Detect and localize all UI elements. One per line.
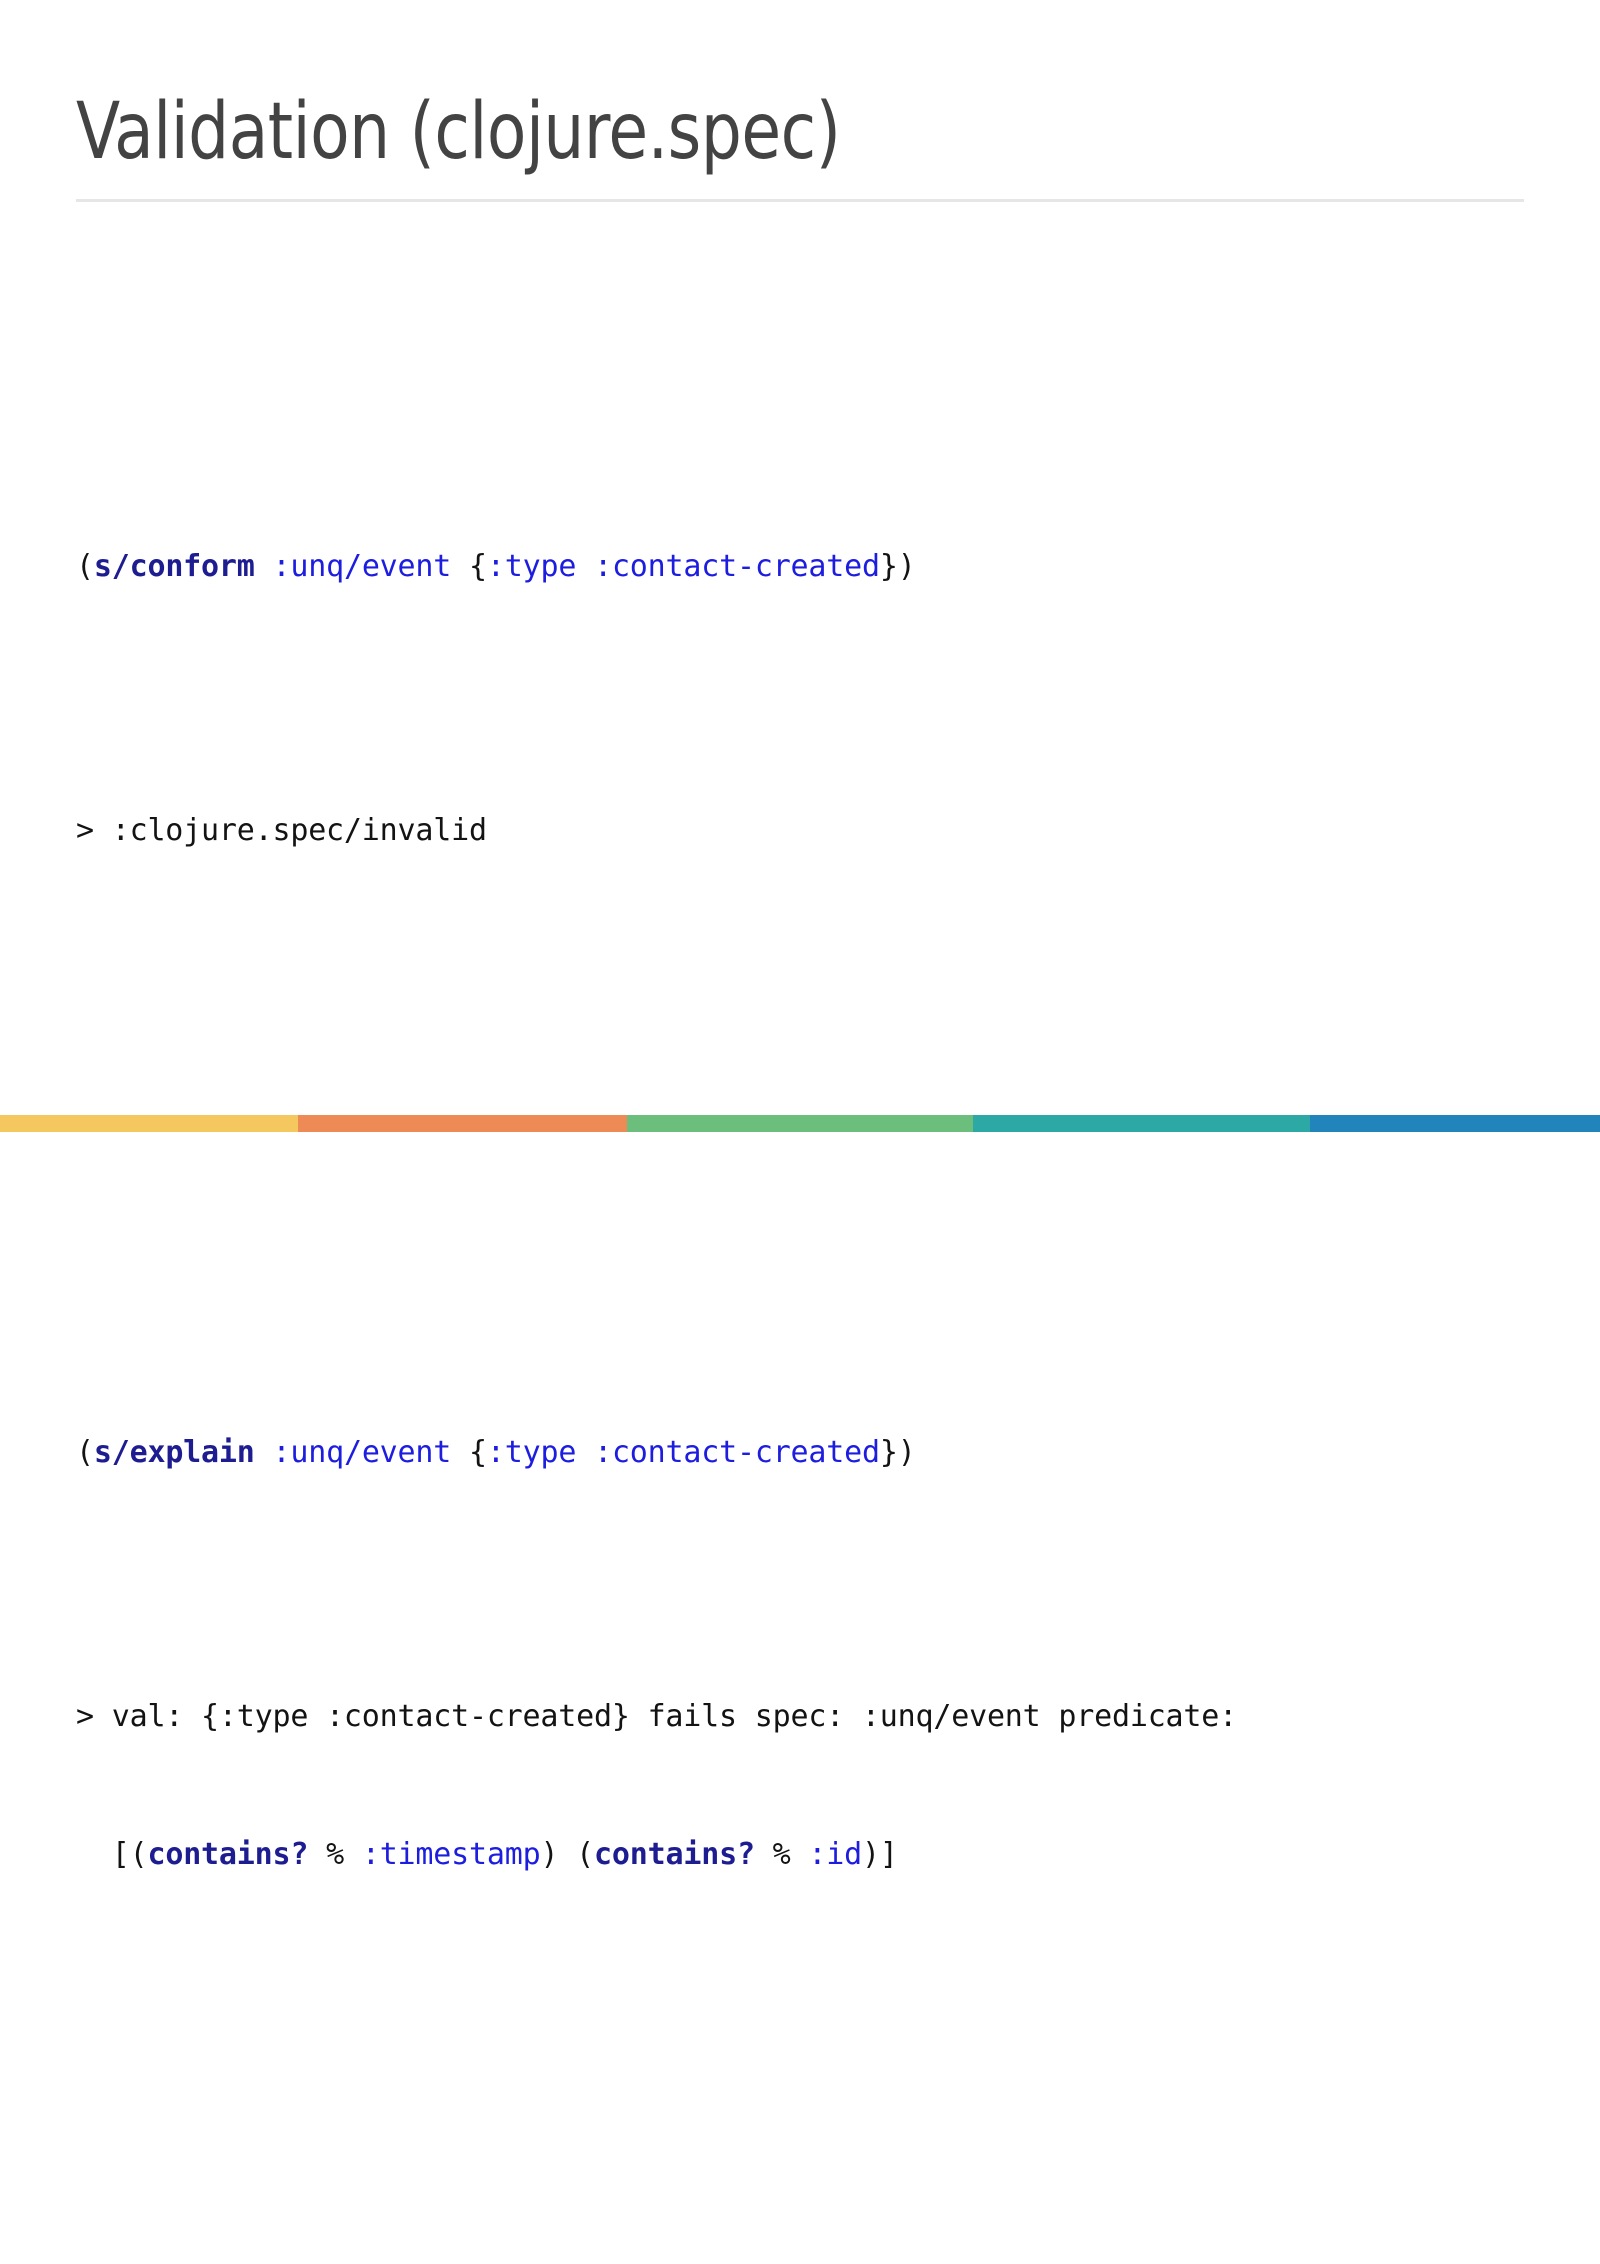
close-paren: ) xyxy=(897,549,916,584)
close-brace: } xyxy=(879,1435,898,1470)
map-key-type: :type xyxy=(486,549,577,584)
footer-segment-yellow xyxy=(0,1115,298,1132)
title-block: Validation (clojure.spec) xyxy=(76,87,1524,203)
bracket-close: )] xyxy=(862,1837,898,1872)
footer-segment-green xyxy=(627,1115,973,1132)
page-title: Validation (clojure.spec) xyxy=(76,87,841,177)
footer-segment-orange xyxy=(297,1115,628,1132)
title-divider xyxy=(76,199,1524,203)
map-key-type: :type xyxy=(486,1435,577,1470)
keyword-timestamp: :timestamp xyxy=(361,1837,541,1872)
separator: ) ( xyxy=(540,1837,595,1872)
open-paren: ( xyxy=(76,1435,94,1470)
fn-name-conform: s/conform xyxy=(93,549,255,584)
code-block-1: (s/conform :unq/event {:type :contact-cr… xyxy=(76,452,1536,946)
close-brace: } xyxy=(879,549,898,584)
predicate-contains-2: contains? xyxy=(594,1837,755,1872)
open-paren: ( xyxy=(76,549,94,584)
code-result-2-line-2: [(contains? % :timestamp) (contains? % :… xyxy=(76,1832,1536,1878)
keyword-id: :id xyxy=(808,1837,862,1872)
spec-keyword: :unq/event xyxy=(272,549,452,584)
map-value: :contact-created xyxy=(594,549,880,584)
map-value: :contact-created xyxy=(594,1435,880,1470)
code-content: (s/conform :unq/event {:type :contact-cr… xyxy=(76,268,1536,2264)
fn-name-explain: s/explain xyxy=(93,1435,255,1470)
footer-color-strip xyxy=(0,1115,1600,1132)
slide: Validation (clojure.spec) (s/conform :un… xyxy=(0,0,1600,1872)
open-brace: { xyxy=(469,549,487,584)
footer-segment-blue xyxy=(1310,1115,1600,1132)
predicate-contains-1: contains? xyxy=(147,1837,309,1872)
code-block-2: (s/explain :unq/event {:type :contact-cr… xyxy=(76,1338,1536,1970)
percent-arg-2: % xyxy=(754,1837,809,1872)
open-brace: { xyxy=(469,1435,487,1470)
code-result-1: > :clojure.spec/invalid xyxy=(76,813,487,848)
close-paren: ) xyxy=(897,1435,916,1470)
bracket-open: [( xyxy=(111,1837,148,1872)
footer-segment-teal xyxy=(972,1115,1311,1132)
percent-arg-1: % xyxy=(308,1837,362,1872)
spec-keyword: :unq/event xyxy=(272,1435,452,1470)
code-result-2-line-1: > val: {:type :contact-created} fails sp… xyxy=(76,1699,1237,1734)
code-expression-1: (s/conform :unq/event {:type :contact-cr… xyxy=(76,544,1536,590)
code-expression-2: (s/explain :unq/event {:type :contact-cr… xyxy=(76,1430,1536,1476)
